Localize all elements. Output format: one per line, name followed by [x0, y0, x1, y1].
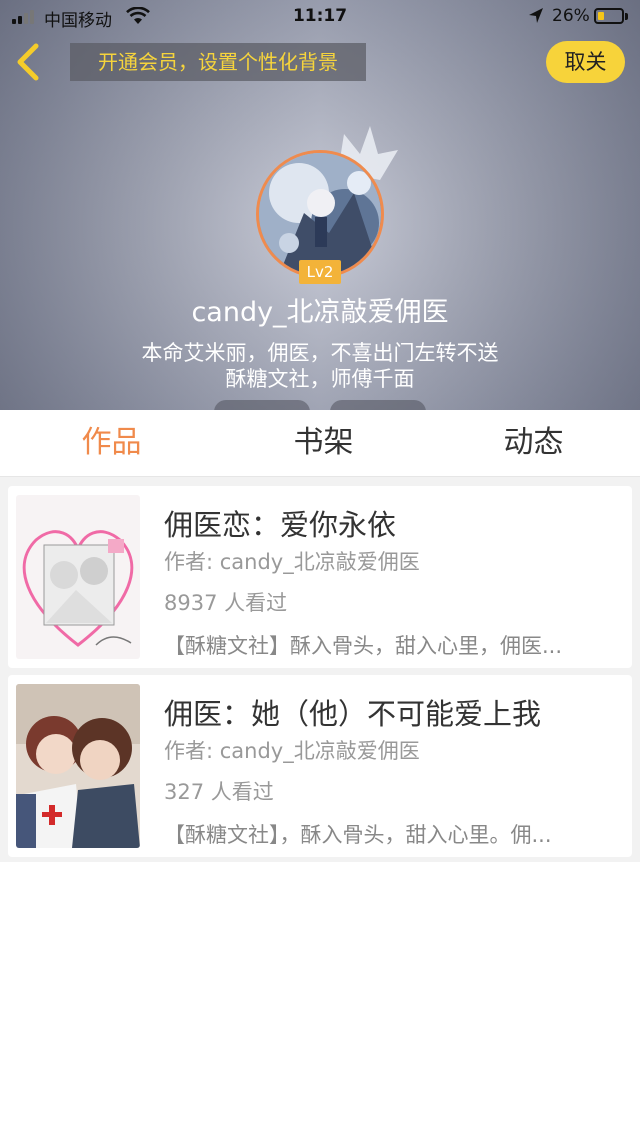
clock: 11:17: [292, 6, 348, 26]
profile-header: 中国移动 11:17 26% 开通会员，设置个性化背景 取关 Lv2 candy…: [0, 0, 640, 410]
tab-bookshelf[interactable]: 书架: [217, 410, 430, 476]
bio: 本命艾米丽，佣医，不喜出门左转不送 酥糖文社，师傅千面: [0, 340, 640, 392]
vip-banner[interactable]: 开通会员，设置个性化背景: [70, 43, 366, 81]
book-views: 327 人看过: [164, 780, 274, 804]
tab-works[interactable]: 作品: [5, 410, 218, 476]
book-author: 作者: candy_北凉敲爱佣医: [164, 739, 420, 763]
bio-line: 酥糖文社，师傅千面: [225, 367, 415, 391]
work-card[interactable]: 佣医恋：爱你永依 作者: candy_北凉敲爱佣医 8937 人看过 【酥糖文社…: [8, 486, 632, 668]
avatar[interactable]: [256, 150, 384, 278]
works-list: 佣医恋：爱你永依 作者: candy_北凉敲爱佣医 8937 人看过 【酥糖文社…: [0, 477, 640, 862]
username: candy_北凉敲爱佣医: [191, 297, 449, 328]
book-description: 【酥糖文社】酥入骨头，甜入心里，佣医...: [164, 634, 563, 658]
book-views: 8937 人看过: [164, 591, 288, 615]
work-card[interactable]: 佣医：她（他）不可能爱上我 作者: candy_北凉敲爱佣医 327 人看过 【…: [8, 675, 632, 857]
status-bar: 中国移动 11:17 26%: [0, 0, 640, 34]
book-author: 作者: candy_北凉敲爱佣医: [164, 550, 420, 574]
unfollow-button[interactable]: 取关: [546, 41, 625, 83]
book-cover[interactable]: [16, 684, 140, 848]
book-cover[interactable]: [16, 495, 140, 659]
stat-pill: [330, 400, 426, 410]
bio-line: 本命艾米丽，佣医，不喜出门左转不送: [141, 341, 499, 365]
book-title[interactable]: 佣医恋：爱你永依: [164, 502, 396, 544]
back-button[interactable]: [12, 42, 48, 82]
book-description: 【酥糖文社】，酥入骨头，甜入心里。佣...: [164, 823, 552, 847]
stat-pill: [214, 400, 310, 410]
book-title[interactable]: 佣医：她（他）不可能爱上我: [164, 691, 541, 733]
tab-bar: 作品 书架 动态: [0, 410, 640, 477]
battery-percent: 26%: [552, 6, 590, 26]
level-badge: Lv2: [299, 260, 341, 284]
battery-icon: [594, 8, 624, 24]
location-arrow-icon: [529, 8, 543, 23]
tab-activity[interactable]: 动态: [427, 410, 640, 476]
